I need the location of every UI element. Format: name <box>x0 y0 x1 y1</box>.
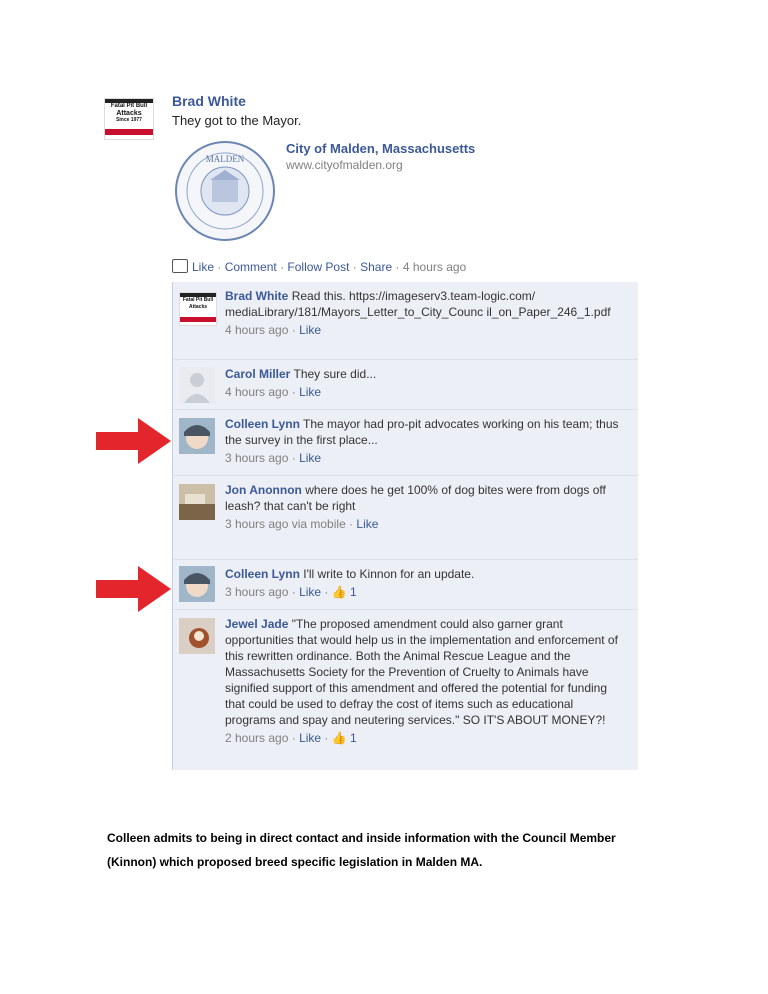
comment-text: They sure did... <box>293 367 377 381</box>
comment-time: 3 hours ago <box>225 451 289 465</box>
comment-time: 4 hours ago <box>225 385 289 399</box>
comment-body: Colleen Lynn I'll write to Kinnon for an… <box>225 567 475 599</box>
comment-author[interactable]: Colleen Lynn <box>225 567 300 581</box>
red-arrow-icon <box>96 566 171 612</box>
comment-like-button[interactable]: Like <box>299 585 321 599</box>
comment-item: Carol Miller They sure did... 4 hours ag… <box>173 360 638 410</box>
comment-item: Fatal Pit Bull Attacks Brad White Read t… <box>173 282 638 360</box>
avatar-text-1: Fatal Pit Bull <box>182 297 214 303</box>
comment-time: 4 hours ago <box>225 323 289 337</box>
comment-item: Jon Anonnon where does he get 100% of do… <box>173 476 638 560</box>
share-button[interactable]: Share <box>360 260 392 274</box>
post-actions: Like · Comment · Follow Post · Share · 4… <box>172 259 466 274</box>
separator: · <box>395 260 400 274</box>
separator: · <box>352 260 357 274</box>
avatar[interactable] <box>179 618 215 654</box>
comment-like-button[interactable]: Like <box>356 517 378 531</box>
avatar[interactable] <box>179 566 215 602</box>
avatar[interactable]: Fatal Pit Bull Attacks Since 1977 <box>104 98 154 140</box>
like-button[interactable]: Like <box>192 260 214 274</box>
seal-image[interactable]: MALDEN <box>174 140 276 242</box>
avatar[interactable] <box>179 367 215 403</box>
comment-time: 3 hours ago <box>225 585 289 599</box>
seal-text: MALDEN <box>206 154 245 164</box>
comment-author[interactable]: Jon Anonnon <box>225 483 302 497</box>
caption-text: Colleen admits to being in direct contac… <box>107 831 616 869</box>
avatar-text-3: Since 1977 <box>116 117 142 123</box>
comment-body: Carol Miller They sure did... 4 hours ag… <box>225 367 377 399</box>
share-url: www.cityofmalden.org <box>286 158 403 172</box>
avatar-text-2: Attacks <box>188 304 208 310</box>
comment-like-button[interactable]: Like <box>299 385 321 399</box>
avatar-text-1: Fatal Pit Bull <box>110 103 148 109</box>
comment-item: Colleen Lynn I'll write to Kinnon for an… <box>173 560 638 610</box>
comment-body: Brad White Read this. https://imageserv3… <box>225 289 611 337</box>
comment-body: Jon Anonnon where does he get 100% of do… <box>225 483 606 531</box>
like-count-icon[interactable]: 👍 <box>332 731 347 745</box>
separator: · <box>280 260 285 274</box>
comment-item: Jewel Jade "The proposed amendment could… <box>173 610 638 770</box>
avatar[interactable]: Fatal Pit Bull Attacks <box>179 292 217 326</box>
like-count[interactable]: 1 <box>350 731 357 745</box>
like-count-icon[interactable]: 👍 <box>332 585 347 599</box>
comment-body: Jewel Jade "The proposed amendment could… <box>225 617 618 745</box>
comment-author[interactable]: Jewel Jade <box>225 617 288 631</box>
comment-author[interactable]: Colleen Lynn <box>225 417 300 431</box>
share-title[interactable]: City of Malden, Massachusetts <box>286 141 475 156</box>
comment-button[interactable]: Comment <box>225 260 277 274</box>
comment-time: 2 hours ago <box>225 731 289 745</box>
thumbs-up-icon <box>172 259 188 273</box>
comment-body: Colleen Lynn The mayor had pro-pit advoc… <box>225 417 619 465</box>
red-arrow-icon <box>96 418 171 464</box>
comment-text: "The proposed amendment could also garne… <box>225 617 618 727</box>
comment-like-button[interactable]: Like <box>299 731 321 745</box>
post-author[interactable]: Brad White <box>172 93 246 109</box>
follow-post-button[interactable]: Follow Post <box>287 260 349 274</box>
comment-like-button[interactable]: Like <box>299 323 321 337</box>
comment-time: 3 hours ago via mobile <box>225 517 346 531</box>
comment-like-button[interactable]: Like <box>299 451 321 465</box>
post-time: 4 hours ago <box>402 260 467 274</box>
avatar-text-2: Attacks <box>116 110 142 117</box>
comment-author[interactable]: Brad White <box>225 289 288 303</box>
separator: · <box>217 260 222 274</box>
like-count[interactable]: 1 <box>350 585 357 599</box>
avatar[interactable] <box>179 418 215 454</box>
comment-author[interactable]: Carol Miller <box>225 367 290 381</box>
comment-list: Fatal Pit Bull Attacks Brad White Read t… <box>172 282 638 770</box>
post-text: They got to the Mayor. <box>172 113 302 128</box>
comment-item: Colleen Lynn The mayor had pro-pit advoc… <box>173 410 638 476</box>
comment-text: I'll write to Kinnon for an update. <box>303 567 475 581</box>
avatar[interactable] <box>179 484 215 520</box>
